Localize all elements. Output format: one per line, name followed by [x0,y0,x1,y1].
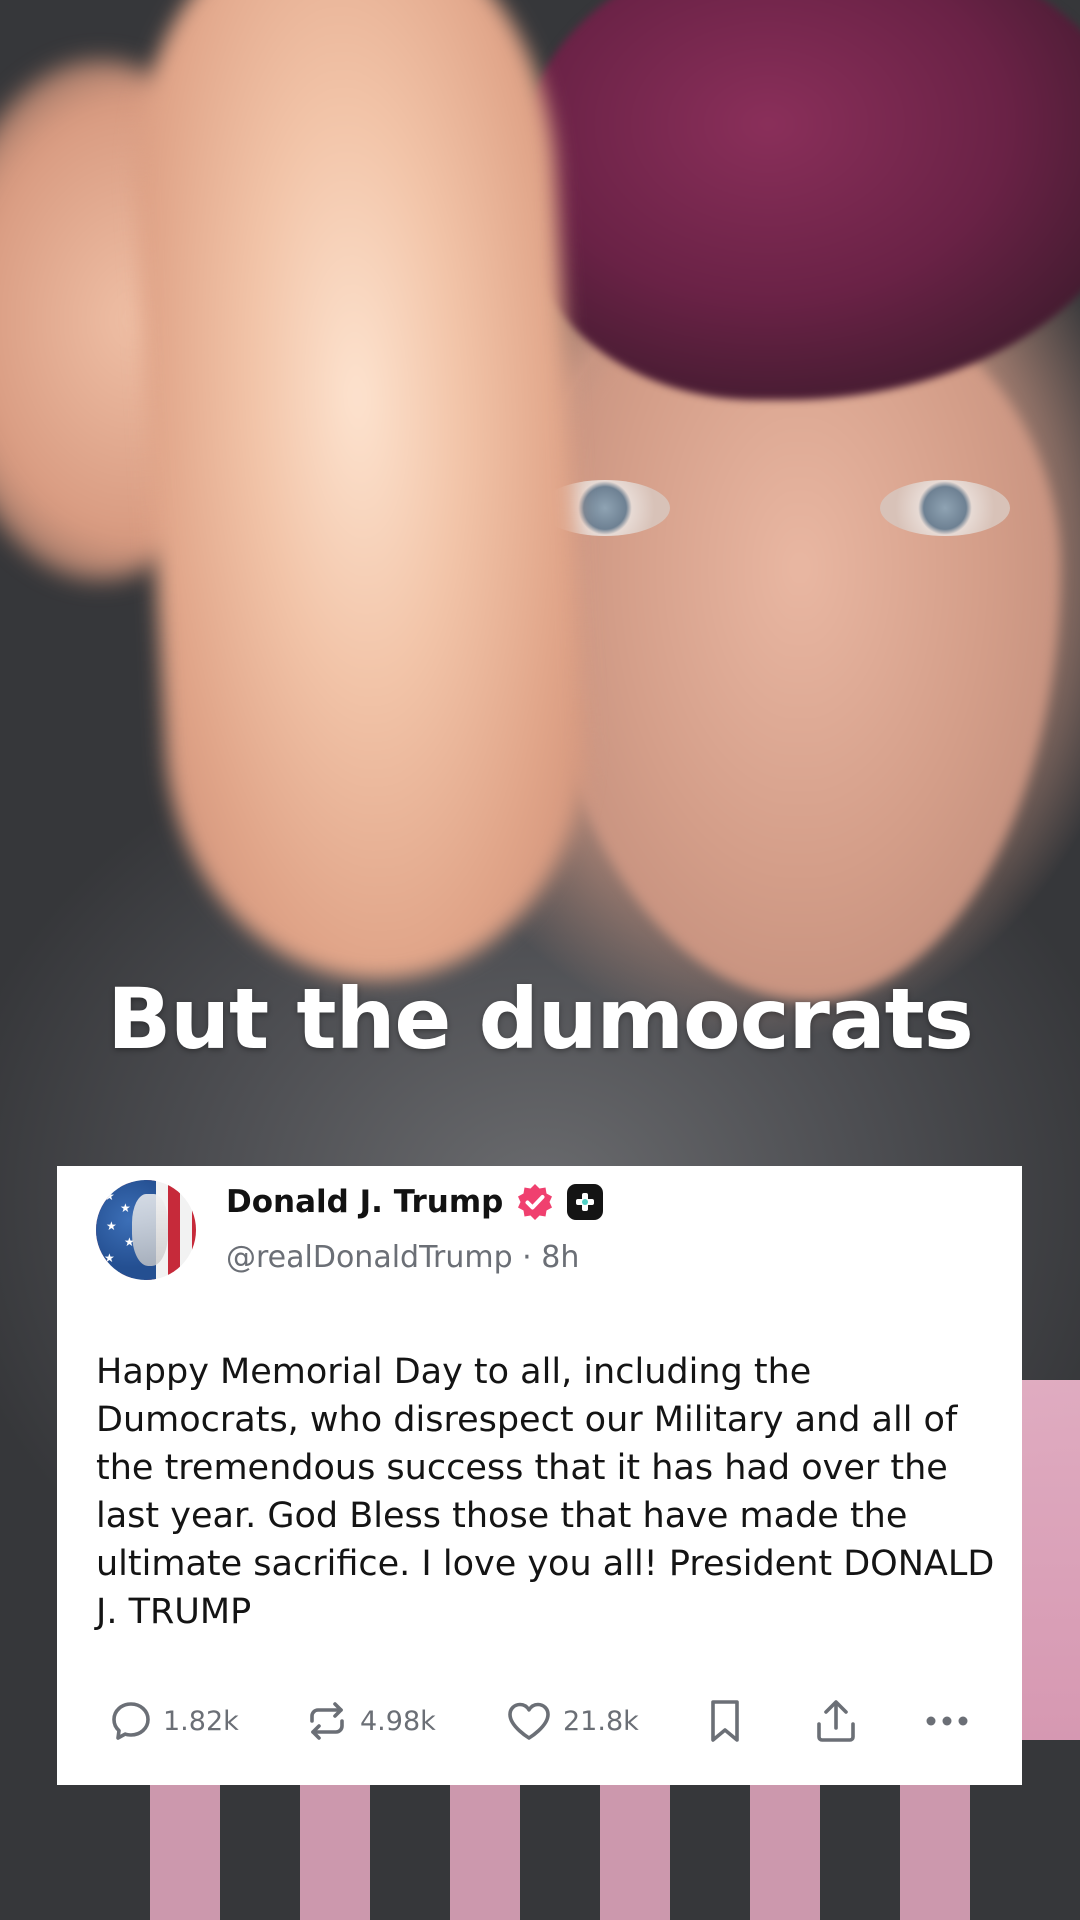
repost-icon [304,1699,350,1743]
repost-count: 4.98k [360,1705,436,1737]
reply-icon [109,1699,153,1743]
verified-badge-icon [515,1182,555,1222]
avatar-face [132,1194,168,1266]
hair [520,0,1080,400]
right-eye [880,480,1010,536]
avatar[interactable]: ★ ★ ★ ★ ★ [96,1180,196,1280]
star-icon: ★ [106,1219,117,1233]
post-timestamp: 8h [541,1240,580,1275]
reply-count: 1.82k [163,1705,239,1737]
shirt-graphic-bottom [150,1780,1050,1920]
repost-button[interactable]: 4.98k [304,1681,436,1761]
author-row: Donald J. Trump [226,1182,604,1222]
like-button[interactable]: 21.8k [505,1681,639,1761]
meta-separator: · [522,1240,532,1275]
post-actions-bar: 1.82k 4.98k 21.8k [57,1681,1022,1761]
more-icon [923,1713,971,1729]
like-count: 21.8k [563,1705,639,1737]
shirt-graphic [1020,1380,1080,1740]
pointing-finger [122,0,598,991]
reply-button[interactable]: 1.82k [109,1681,239,1761]
post-body: Happy Memorial Day to all, including the… [96,1352,995,1632]
star-icon: ★ [104,1251,115,1265]
author-handle[interactable]: @realDonaldTrump [226,1240,513,1275]
post-card[interactable]: ★ ★ ★ ★ ★ Donald J. Trump @realDonaldTru… [57,1166,1022,1785]
share-button[interactable] [812,1681,860,1761]
bookmark-button[interactable] [705,1681,745,1761]
star-icon: ★ [104,1189,115,1203]
star-icon: ★ [120,1201,131,1215]
plus-badge-icon [567,1184,604,1220]
more-options-button[interactable] [923,1681,971,1761]
share-icon [812,1697,860,1745]
bookmark-icon [705,1697,745,1745]
author-display-name[interactable]: Donald J. Trump [226,1184,503,1220]
heart-icon [505,1699,553,1743]
author-meta: @realDonaldTrump · 8h [226,1240,579,1275]
video-caption: But the dumocrats [107,970,974,1068]
